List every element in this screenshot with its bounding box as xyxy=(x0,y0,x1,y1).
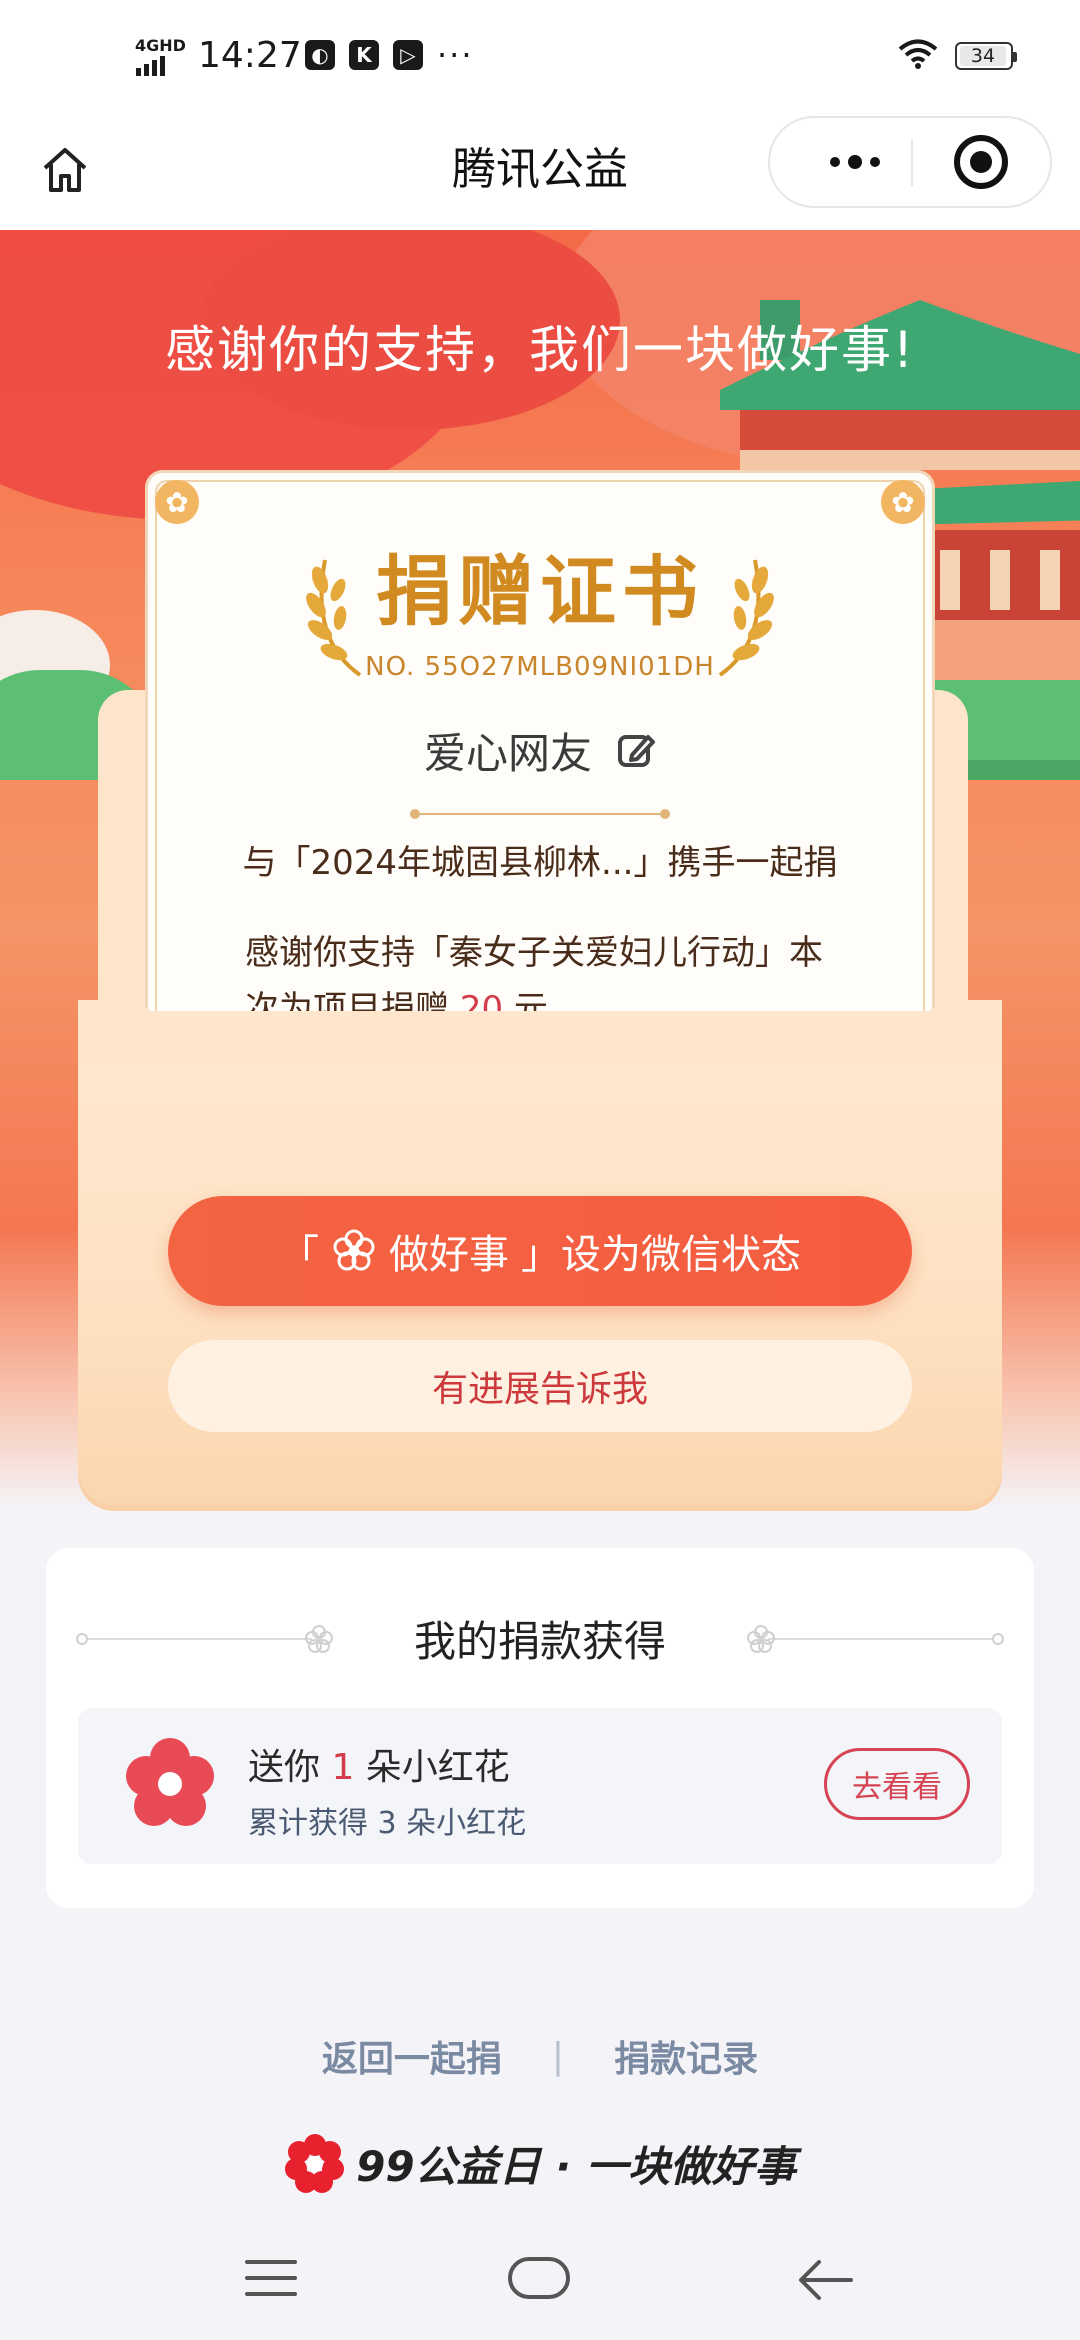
recent-apps-button[interactable] xyxy=(245,2260,297,2308)
set-wechat-status-button[interactable]: 「 做好事 」设为微信状态 xyxy=(168,1196,912,1306)
notify-progress-button[interactable]: 有进展告诉我 xyxy=(168,1340,912,1432)
system-home-button[interactable] xyxy=(508,2257,570,2299)
donor-name: 爱心网友 xyxy=(423,729,592,778)
more-notifications-icon: ··· xyxy=(437,36,474,74)
app-notification-icon: ◐ xyxy=(305,40,335,70)
red-flower-icon xyxy=(126,1738,214,1826)
home-button[interactable] xyxy=(30,135,100,205)
rewards-card: 我的捐款获得 送你 1 朵小红花 累计获得 3 朵小红花 去看看 xyxy=(46,1548,1034,1908)
view-flowers-button[interactable]: 去看看 xyxy=(824,1748,970,1820)
back-arrow-icon[interactable] xyxy=(795,2256,855,2304)
system-navigation-bar xyxy=(0,2220,1080,2340)
battery-icon: 34 xyxy=(955,42,1017,70)
link-separator: | xyxy=(551,2035,565,2077)
certificate-number: NO. 55O27MLB09NI01DH xyxy=(365,652,715,682)
home-icon xyxy=(43,148,87,192)
capsule-menu xyxy=(768,116,1052,208)
reward-count-text: 送你 1 朵小红花 xyxy=(248,1738,510,1790)
thanks-headline: 感谢你的支持，我们一块做好事! xyxy=(164,321,916,379)
donation-records-link[interactable]: 捐款记录 xyxy=(614,2030,758,2082)
status-tag: 做好事 xyxy=(389,1232,509,1278)
wifi-icon xyxy=(898,39,938,69)
more-options-button[interactable] xyxy=(810,118,900,206)
kwai-notification-icon: K xyxy=(349,40,379,70)
reward-count: 1 xyxy=(331,1747,355,1788)
flower-ornament-icon: ✿ xyxy=(881,480,925,524)
red-flower-logo-icon xyxy=(285,2134,345,2193)
certificate-title: 捐赠证书 xyxy=(376,547,704,636)
footer-links: 返回一起捐 | 捐款记录 xyxy=(0,2030,1080,2082)
reward-total-text: 累计获得 3 朵小红花 xyxy=(248,1806,527,1841)
status-button-label: 」设为微信状态 xyxy=(521,1232,801,1278)
signal-icon xyxy=(136,56,165,76)
video-notification-icon: ▷ xyxy=(393,40,423,70)
clock: 14:27 xyxy=(198,35,302,76)
flower-icon xyxy=(333,1229,375,1271)
project-join-text: 与「2024年城固县柳林...」携手一起捐 xyxy=(242,843,838,883)
red-flower-reward: 送你 1 朵小红花 累计获得 3 朵小红花 去看看 xyxy=(78,1708,1002,1864)
reward-unit: 朵小红花 xyxy=(354,1747,510,1788)
brand-footer: 99公益日 · 一块做好事 xyxy=(0,2132,1080,2194)
status-bar: 4GHD 14:27 ◐ K ▷ ··· 34 xyxy=(0,0,1080,110)
edit-icon[interactable] xyxy=(616,731,656,771)
capsule-divider xyxy=(911,140,913,186)
mini-program-nav-bar: 腾讯公益 xyxy=(0,110,1080,230)
back-to-donate-link[interactable]: 返回一起捐 xyxy=(322,2030,502,2082)
battery-level: 34 xyxy=(960,46,1006,66)
donor-name-row: 爱心网友 xyxy=(145,720,935,781)
rewards-heading: 我的捐款获得 xyxy=(413,1617,666,1666)
reward-text: 送你 xyxy=(248,1747,332,1788)
notification-icons: ◐ K ▷ ··· xyxy=(305,36,474,74)
network-type: 4GHD xyxy=(135,36,186,55)
brand-slogan: 99公益日 · 一块做好事 xyxy=(356,2141,796,2191)
status-bracket-left: 「 xyxy=(279,1232,319,1278)
close-mini-program-button[interactable] xyxy=(954,135,1008,189)
certificate-divider xyxy=(410,809,670,819)
flower-ornament-icon: ✿ xyxy=(155,480,199,524)
